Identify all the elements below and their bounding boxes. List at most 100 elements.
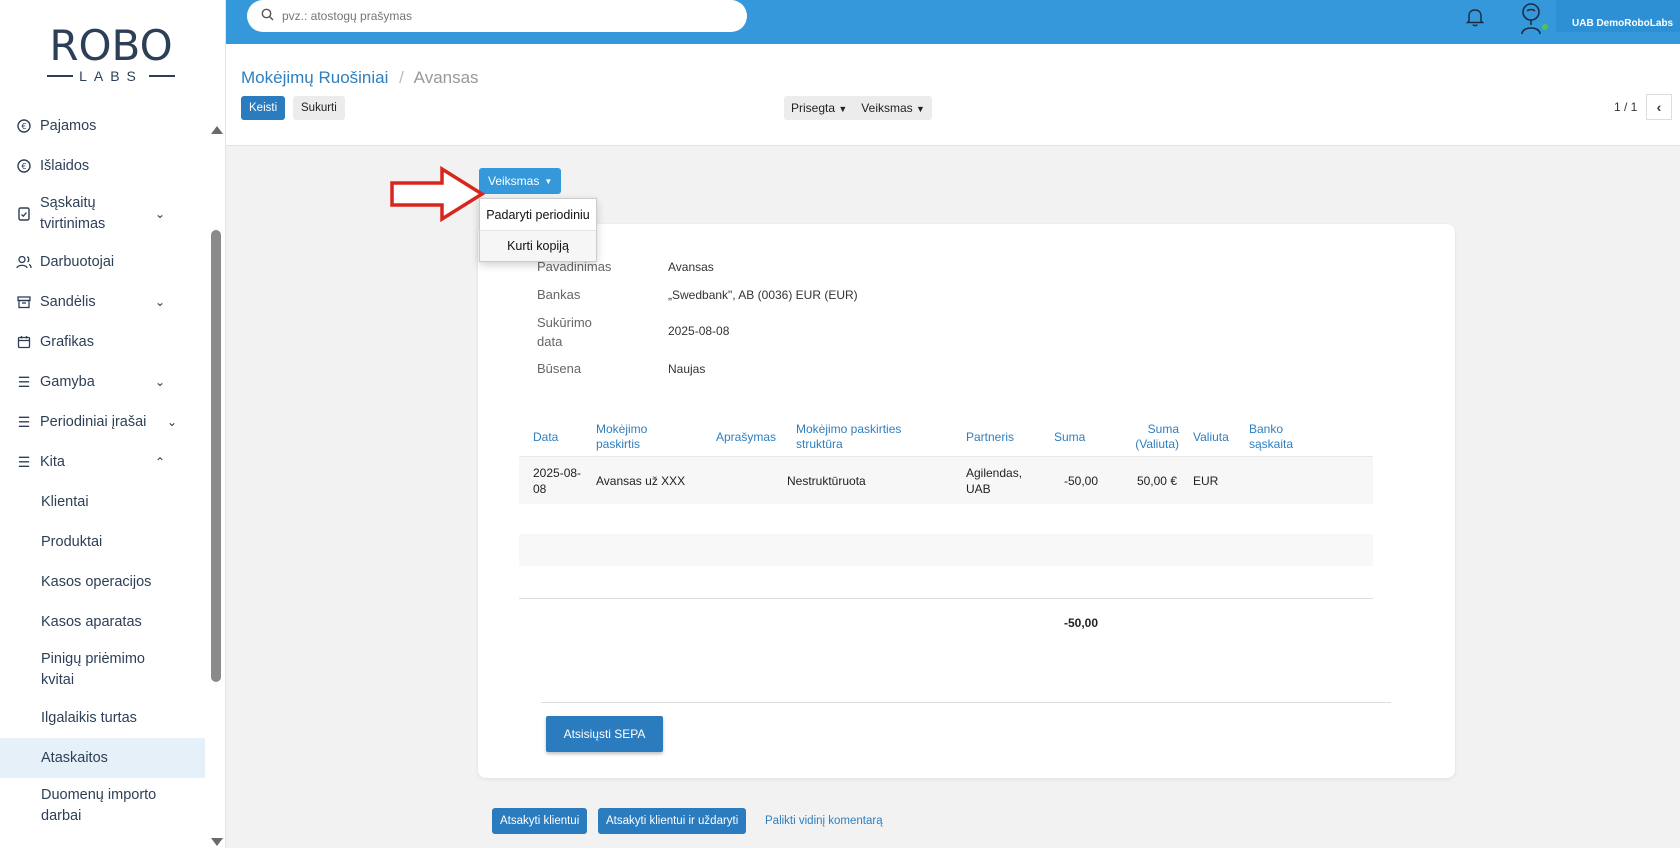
cell-suma-valiuta: 50,00 € bbox=[1136, 474, 1177, 488]
column-header-suma-valiuta[interactable]: Suma (Valiuta) bbox=[1127, 422, 1179, 452]
search-box[interactable] bbox=[247, 0, 747, 32]
sidebar-item-label: Sandėlis bbox=[40, 294, 96, 310]
download-sepa-button[interactable]: Atsisiųsti SEPA bbox=[546, 716, 663, 752]
pager-previous-button[interactable]: ‹ bbox=[1646, 94, 1672, 120]
top-bar: UAB DemoRoboLabs bbox=[226, 0, 1680, 44]
column-header-suma[interactable]: Suma bbox=[1054, 430, 1085, 445]
sidebar-subitem-label: Ataskaitos bbox=[41, 750, 108, 766]
robolabs-logo[interactable]: ROBO LABS bbox=[46, 24, 176, 86]
chevron-up-icon[interactable]: ⌃ bbox=[155, 455, 165, 469]
column-header-data[interactable]: Data bbox=[533, 430, 558, 445]
attachments-menu-label: Prisegta bbox=[791, 101, 836, 115]
sidebar-nav: € Pajamos € Išlaidos Sąskaitų tvirtinima… bbox=[0, 106, 205, 834]
sidebar-subitem-duomenu-importo-darbai[interactable]: Duomenų importo darbai bbox=[0, 778, 205, 834]
sidebar-subitem-label: Ilgalaikis turtas bbox=[41, 710, 137, 726]
column-header-aprasymas[interactable]: Aprašymas bbox=[716, 430, 776, 445]
sidebar-item-sandelis[interactable]: Sandėlis ⌄ bbox=[0, 282, 205, 322]
caret-down-icon: ▼ bbox=[544, 176, 553, 186]
chevron-down-icon[interactable]: ⌄ bbox=[155, 375, 165, 389]
attachments-menu[interactable]: Prisegta ▼ bbox=[784, 101, 854, 115]
field-value-bankas: „Swedbank", AB (0036) EUR (EUR) bbox=[668, 288, 858, 302]
sidebar-subitem-ilgalaikis-turtas[interactable]: Ilgalaikis turtas bbox=[0, 698, 205, 738]
expense-icon: € bbox=[16, 158, 32, 174]
table-total-suma: -50,00 bbox=[1064, 616, 1099, 630]
company-switcher[interactable]: UAB DemoRoboLabs bbox=[1556, 0, 1680, 32]
sheet-divider bbox=[541, 702, 1391, 703]
form-sheet: Pavadinimas Avansas Bankas „Swedbank", A… bbox=[478, 224, 1455, 778]
sidebar-subitem-klientai[interactable]: Klientai bbox=[0, 482, 205, 522]
caret-down-icon: ▼ bbox=[916, 104, 925, 114]
invoice-check-icon bbox=[16, 206, 32, 222]
payment-lines-table: Data Mokėjimo paskirtis Aprašymas Mokėji… bbox=[519, 404, 1373, 504]
sidebar-subitem-produktai[interactable]: Produktai bbox=[0, 522, 205, 562]
cell-suma: -50,00 bbox=[1064, 474, 1099, 488]
sidebar-item-islaidos[interactable]: € Išlaidos bbox=[0, 146, 205, 186]
cell-mokejimo-paskirtis: Avansas už XXX bbox=[596, 474, 686, 488]
svg-text:€: € bbox=[21, 122, 26, 131]
svg-text:€: € bbox=[21, 162, 26, 171]
search-input[interactable] bbox=[282, 9, 722, 23]
logo-bottom: LABS bbox=[46, 68, 176, 84]
form-actions-button[interactable]: Veiksmas ▼ bbox=[479, 168, 562, 194]
sidebar-subitem-label: Klientai bbox=[41, 494, 89, 510]
cell-valiuta: EUR bbox=[1193, 474, 1219, 488]
column-header-banko-saskaita[interactable]: Banko sąskaita bbox=[1249, 422, 1299, 452]
scrollbar-thumb[interactable] bbox=[211, 230, 221, 682]
notification-bell-icon[interactable] bbox=[1464, 6, 1486, 28]
sidebar-item-pajamos[interactable]: € Pajamos bbox=[0, 106, 205, 146]
chevron-left-icon: ‹ bbox=[1656, 99, 1662, 115]
chevron-down-icon[interactable]: ⌄ bbox=[155, 204, 165, 225]
list-icon: ☰ bbox=[17, 413, 31, 430]
users-icon bbox=[16, 254, 32, 270]
sidebar-subitem-ataskaitos[interactable]: Ataskaitos bbox=[0, 738, 205, 778]
sidebar-item-gamyba[interactable]: ☰ Gamyba ⌄ bbox=[0, 362, 205, 402]
sidebar-item-saskaitu-tvirtinimas[interactable]: Sąskaitų tvirtinimas ⌄ bbox=[0, 186, 205, 242]
sidebar-subitem-kasos-operacijos[interactable]: Kasos operacijos bbox=[0, 562, 205, 602]
sidebar-subitem-label: Kasos aparatas bbox=[41, 614, 142, 630]
list-icon: ☰ bbox=[17, 373, 31, 390]
list-icon: ☰ bbox=[17, 453, 31, 470]
dropdown-item-padaryti-periodiniu[interactable]: Padaryti periodiniu bbox=[480, 199, 596, 230]
field-value-sukurimo-data: 2025-08-08 bbox=[668, 324, 730, 338]
sidebar-item-darbuotojai[interactable]: Darbuotojai bbox=[0, 242, 205, 282]
scroll-up-arrow-icon[interactable] bbox=[211, 126, 223, 134]
cell-partneris: Agilendas, UAB bbox=[966, 466, 1023, 496]
scroll-down-arrow-icon[interactable] bbox=[211, 838, 223, 846]
chevron-down-icon[interactable]: ⌄ bbox=[155, 295, 165, 309]
reply-and-close-button[interactable]: Atsakyti klientui ir uždaryti bbox=[598, 808, 747, 834]
sidebar-item-label: Kita bbox=[40, 454, 65, 470]
sidebar-item-grafikas[interactable]: Grafikas bbox=[0, 322, 205, 362]
sidebar-subitem-pinigu-priemimo-kvitai[interactable]: Pinigų priėmimo kvitai bbox=[0, 642, 205, 698]
sidebar-subitem-kasos-aparatas[interactable]: Kasos aparatas bbox=[0, 602, 205, 642]
column-header-partneris[interactable]: Partneris bbox=[966, 430, 1014, 445]
warehouse-icon bbox=[16, 294, 32, 310]
form-actions-dropdown: Padaryti periodiniu Kurti kopiją bbox=[479, 198, 597, 262]
sidebar-item-label: Išlaidos bbox=[40, 158, 90, 174]
field-label-busena: Būsena bbox=[537, 361, 582, 376]
dropdown-item-kurti-kopija[interactable]: Kurti kopiją bbox=[480, 230, 596, 261]
chevron-down-icon[interactable]: ⌄ bbox=[167, 415, 177, 429]
sidebar-item-kita[interactable]: ☰ Kita ⌃ bbox=[0, 442, 205, 482]
column-header-struktura[interactable]: Mokėjimo paskirties struktūra bbox=[796, 422, 916, 452]
field-value-busena: Naujas bbox=[668, 362, 706, 376]
table-row[interactable]: 2025-08-08 Avansas už XXX Nestruktūruota… bbox=[519, 456, 1373, 504]
sidebar-subitem-label: Duomenų importo darbai bbox=[41, 787, 157, 824]
create-button[interactable]: Sukurti bbox=[293, 96, 345, 120]
column-header-valiuta[interactable]: Valiuta bbox=[1193, 430, 1229, 445]
logo-bottom-text: LABS bbox=[79, 68, 143, 84]
red-arrow-annotation-icon bbox=[390, 166, 486, 222]
breadcrumb-separator: / bbox=[399, 68, 404, 87]
internal-comment-link[interactable]: Palikti vidinį komentarą bbox=[765, 815, 883, 827]
sidebar-item-label: Grafikas bbox=[40, 334, 94, 350]
sidebar-item-periodiniai-irasai[interactable]: ☰ Periodiniai įrašai ⌄ bbox=[0, 402, 205, 442]
sidebar-subitem-label: Produktai bbox=[41, 534, 103, 550]
sidebar: ROBO LABS € Pajamos € Išlaidos Sąskaitų … bbox=[0, 0, 226, 848]
actions-menu[interactable]: Veiksmas ▼ bbox=[854, 101, 932, 115]
breadcrumb-parent-link[interactable]: Mokėjimų Ruošiniai bbox=[241, 68, 388, 87]
sidebar-scrollbar[interactable] bbox=[211, 118, 223, 848]
sidebar-item-label: Sąskaitų tvirtinimas bbox=[40, 195, 106, 232]
reply-to-client-button[interactable]: Atsakyti klientui bbox=[492, 808, 588, 834]
column-header-mokejimo-paskirtis[interactable]: Mokėjimo paskirtis bbox=[596, 422, 656, 452]
income-icon: € bbox=[16, 118, 32, 134]
edit-button[interactable]: Keisti bbox=[241, 96, 286, 120]
